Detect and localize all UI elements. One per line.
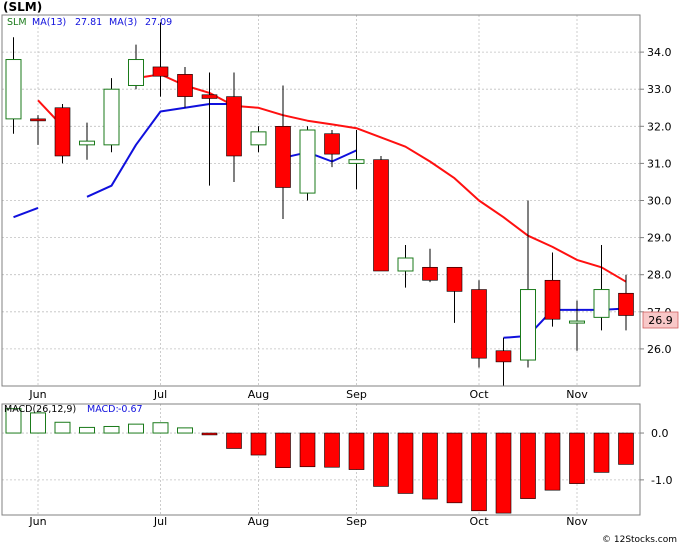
- price-legend: SLM MA(13) 27.81 MA(3) 27.09: [7, 17, 172, 28]
- macd-x-tick-label: Sep: [346, 515, 367, 528]
- macd-bar-positive: [177, 427, 193, 434]
- macd-y-tick-label: 0.0: [651, 427, 669, 440]
- candle-body: [373, 159, 389, 272]
- macd-bar-negative: [324, 432, 340, 468]
- macd-bar-positive: [79, 426, 95, 434]
- macd-bar-positive: [30, 412, 46, 434]
- candle-down: [373, 155, 389, 272]
- macd-x-tick-label: Jul: [153, 515, 167, 528]
- candle-up: [299, 126, 316, 201]
- legend-macd-value-label: MACD:: [87, 404, 119, 415]
- price-y-tick-label: 30.0: [647, 195, 672, 208]
- candle-body: [446, 266, 463, 292]
- candle-body: [618, 292, 634, 316]
- candle-body: [397, 257, 414, 272]
- price-x-tick-label: Jul: [153, 388, 167, 401]
- price-y-tick-label: 31.0: [647, 157, 672, 170]
- candle-body: [544, 279, 561, 320]
- macd-bar-negative: [250, 432, 267, 456]
- macd-bar-negative: [226, 432, 242, 449]
- legend-macd-value: -0.67: [118, 404, 143, 415]
- price-x-tick-label: Sep: [346, 388, 367, 401]
- macd-bar-negative: [618, 432, 634, 465]
- macd-bar-negative: [593, 432, 610, 473]
- candle-body: [103, 88, 120, 146]
- watermark-label: © 12Stocks.com: [602, 535, 677, 545]
- candle-body: [348, 159, 365, 164]
- candle-body: [324, 133, 340, 155]
- legend-macd-label: MACD(26,12,9): [4, 404, 76, 415]
- candle-body: [495, 350, 512, 363]
- candle-body: [471, 289, 487, 359]
- macd-bar-positive: [128, 423, 144, 434]
- legend-ma3-label: MA(3): [109, 17, 137, 28]
- candle-down: [471, 280, 487, 368]
- macd-bar-negative: [495, 432, 512, 514]
- macd-bar-negative: [397, 432, 414, 494]
- price-y-tick-label: 29.0: [647, 232, 672, 245]
- macd-bar-positive: [103, 425, 120, 434]
- price-x-tick-label: Jun: [28, 388, 46, 401]
- candle-body: [54, 107, 71, 157]
- macd-bar-negative: [299, 432, 316, 468]
- candle-body: [569, 320, 585, 324]
- macd-bar-negative: [201, 432, 218, 436]
- macd-x-tick-label: Jun: [28, 515, 46, 528]
- candle-body: [299, 129, 316, 194]
- legend-slm-label: SLM: [7, 17, 27, 28]
- macd-y-tick-label: -1.0: [651, 474, 672, 487]
- price-y-tick-label: 26.0: [647, 343, 672, 356]
- last-price-label: 26.9: [648, 314, 673, 327]
- macd-bar-negative: [471, 432, 487, 512]
- candle-body: [520, 289, 536, 361]
- chart-title: (SLM): [3, 0, 42, 14]
- macd-bar-negative: [544, 432, 561, 491]
- macd-bar-positive: [54, 421, 71, 434]
- candle-up: [103, 78, 120, 153]
- candle-body: [152, 66, 169, 77]
- chart-svg: 26.027.028.029.030.031.032.033.034.0 0.0…: [0, 0, 680, 546]
- price-y-tick-label: 28.0: [647, 269, 672, 282]
- candle-body: [226, 96, 242, 157]
- candle-body: [201, 94, 218, 99]
- macd-bar-positive: [152, 422, 169, 434]
- macd-x-tick-label: Aug: [248, 515, 269, 528]
- candle-body: [275, 126, 291, 188]
- macd-bar-negative: [520, 432, 536, 499]
- price-y-tick-label: 32.0: [647, 120, 672, 133]
- macd-x-tick-label: Nov: [566, 515, 588, 528]
- macd-bar-negative: [446, 432, 463, 504]
- candle-body: [422, 266, 438, 281]
- price-x-tick-label: Nov: [566, 388, 588, 401]
- legend-ma13-value: 27.81: [75, 17, 102, 28]
- stock-chart-canvas: 26.027.028.029.030.031.032.033.034.0 0.0…: [0, 0, 680, 546]
- macd-bar-negative: [569, 432, 585, 484]
- candle-body: [593, 289, 610, 318]
- legend-ma13-label: MA(13): [32, 17, 66, 28]
- price-y-tick-label: 33.0: [647, 83, 672, 96]
- candle-body: [30, 118, 46, 122]
- macd-x-tick-label: Oct: [469, 515, 489, 528]
- price-x-tick-label: Aug: [248, 388, 269, 401]
- price-x-tick-label: Oct: [469, 388, 489, 401]
- candle-body: [250, 131, 267, 146]
- candle-down: [54, 104, 71, 164]
- candle-body: [177, 74, 193, 97]
- macd-bar-negative: [275, 432, 291, 468]
- candle-body: [79, 140, 95, 146]
- candle-body: [5, 59, 22, 120]
- price-y-tick-label: 34.0: [647, 46, 672, 59]
- macd-bar-negative: [373, 432, 389, 487]
- macd-bar-negative: [348, 432, 365, 470]
- macd-bar-negative: [422, 432, 438, 500]
- legend-ma3-value: 27.09: [145, 17, 172, 28]
- macd-legend: MACD(26,12,9) MACD: -0.67: [4, 404, 143, 415]
- candle-body: [128, 59, 144, 86]
